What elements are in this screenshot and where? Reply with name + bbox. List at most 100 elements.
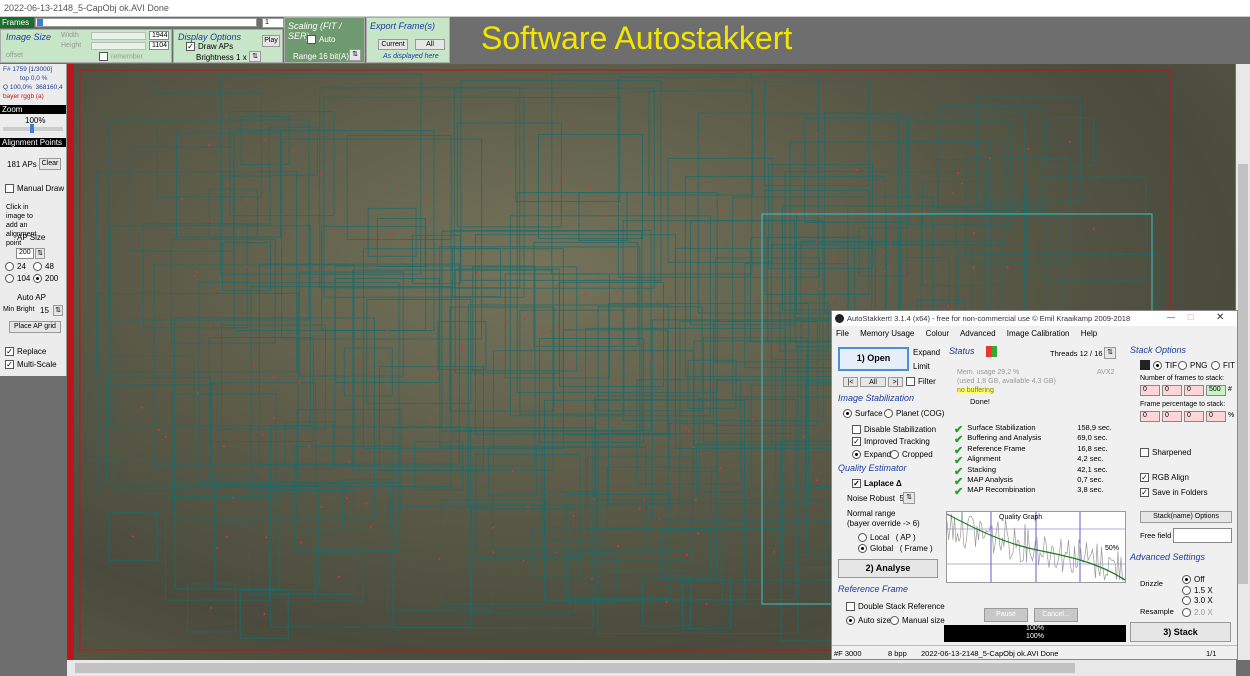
- close-button[interactable]: ✕: [1216, 312, 1224, 323]
- play-button[interactable]: Play: [262, 35, 280, 47]
- sharpened-checkbox[interactable]: Sharpened: [1140, 448, 1191, 458]
- double-stack-checkbox[interactable]: Double Stack Reference: [846, 602, 945, 612]
- replace-label: Replace: [17, 347, 47, 356]
- filter-label: Filter: [918, 377, 936, 386]
- filter-checkbox[interactable]: Filter: [906, 377, 936, 387]
- menu-advanced[interactable]: Advanced: [960, 329, 996, 338]
- global-radio[interactable]: Global ( Frame ): [858, 544, 933, 554]
- as-title: AutoStakkert! 3.1.4 (x64) - free for non…: [847, 314, 1131, 323]
- analyse-button[interactable]: 2) Analyse: [838, 559, 938, 578]
- heading-text: Software Autostakkert: [481, 20, 793, 56]
- clear-ap-button[interactable]: Clear: [39, 158, 61, 170]
- width-field[interactable]: 1944: [149, 31, 169, 40]
- menu-file[interactable]: File: [836, 329, 849, 338]
- local-radio[interactable]: Local ( AP ): [858, 533, 916, 543]
- width-slider[interactable]: [91, 32, 146, 40]
- slider-thumb[interactable]: [37, 19, 43, 26]
- as-statusbar: #F 3000 8 bpp 2022-06-13-2148_5-CapObj o…: [832, 645, 1237, 659]
- noise-stepper[interactable]: ⇅: [903, 492, 915, 504]
- menu-calibration[interactable]: Image Calibration: [1007, 329, 1070, 338]
- menu-colour[interactable]: Colour: [926, 329, 950, 338]
- auto-checkbox[interactable]: ✓ Auto: [307, 35, 335, 45]
- vscroll-thumb[interactable]: [1238, 164, 1248, 584]
- pct-field-3[interactable]: 0: [1184, 411, 1204, 422]
- draw-aps-checkbox[interactable]: ✓ Draw APs: [186, 42, 233, 52]
- buffering-badge: no buffering: [957, 387, 994, 394]
- q-info: Q 100,0% 368160,4: [3, 84, 63, 91]
- stackname-options-button[interactable]: Stack(name) Options: [1140, 511, 1232, 523]
- frame-number-input[interactable]: 1: [262, 18, 284, 28]
- rgb-align-checkbox[interactable]: ✓ RGB Align: [1140, 473, 1189, 483]
- horizontal-scrollbar[interactable]: [67, 660, 1236, 676]
- brightness-stepper[interactable]: ⇅: [249, 51, 261, 62]
- planet-radio[interactable]: Planet (COG): [884, 409, 944, 419]
- place-ap-grid-button[interactable]: Place AP grid: [9, 321, 61, 333]
- pct-field-2[interactable]: 0: [1162, 411, 1182, 422]
- nav-all-button[interactable]: All: [860, 377, 886, 387]
- open-button[interactable]: 1) Open: [838, 347, 909, 371]
- mem-detail: (used 1,8 GB, available 4,3 GB): [957, 378, 1056, 385]
- tif-radio[interactable]: TIF: [1153, 361, 1177, 371]
- cropped-radio[interactable]: Cropped: [890, 450, 933, 460]
- zoom-title: Zoom: [0, 105, 66, 114]
- hscroll-thumb[interactable]: [75, 663, 1075, 673]
- autostakkert-window: AutoStakkert! 3.1.4 (x64) - free for non…: [831, 310, 1238, 660]
- pct-field-1[interactable]: 0: [1140, 411, 1160, 422]
- surface-radio[interactable]: Surface: [843, 409, 883, 419]
- cancel-button[interactable]: Cancel...: [1034, 608, 1078, 622]
- multiscale-checkbox[interactable]: ✓ Multi-Scale: [5, 360, 57, 370]
- menu-help[interactable]: Help: [1081, 329, 1097, 338]
- ap-size-48[interactable]: 48: [33, 262, 54, 272]
- manual-draw-label: Manual Draw: [17, 184, 65, 193]
- disable-stab-checkbox[interactable]: Disable Stabilization: [852, 425, 936, 435]
- resample-radio[interactable]: 2.0 X: [1182, 608, 1213, 618]
- expand-label: Expand: [913, 348, 941, 357]
- height-slider[interactable]: [91, 42, 146, 50]
- height-label: Height: [61, 42, 82, 49]
- frames-slider[interactable]: [35, 18, 257, 27]
- expand-radio[interactable]: Expand: [852, 450, 891, 460]
- maximize-button[interactable]: ☐: [1187, 313, 1194, 322]
- menu-memory[interactable]: Memory Usage: [860, 329, 914, 338]
- pause-button[interactable]: Pause: [984, 608, 1028, 622]
- frames-field-2[interactable]: 0: [1162, 385, 1182, 396]
- improved-tracking-checkbox[interactable]: ✓ Improved Tracking: [852, 437, 930, 447]
- save-folders-checkbox[interactable]: ✓ Save in Folders: [1140, 488, 1208, 498]
- auto-size-radio[interactable]: Auto size: [846, 616, 891, 626]
- export-panel: Export Frame(s) Current All As displayed…: [366, 17, 450, 63]
- drizzle-off-radio[interactable]: Off: [1182, 575, 1205, 585]
- replace-checkbox[interactable]: ✓ Replace: [5, 347, 47, 357]
- ap-title: Alignment Points: [0, 138, 66, 147]
- height-field[interactable]: 1104: [149, 41, 169, 50]
- frames-field-1[interactable]: 0: [1140, 385, 1160, 396]
- minimize-button[interactable]: —: [1167, 313, 1175, 322]
- range-stepper[interactable]: ⇅: [349, 49, 361, 61]
- threads-stepper[interactable]: ⇅: [1104, 347, 1116, 359]
- ap-size-input[interactable]: 200: [16, 248, 34, 259]
- zoom-slider[interactable]: [3, 124, 63, 133]
- pct-field-4[interactable]: 0: [1206, 411, 1226, 422]
- min-bright-value[interactable]: 15: [40, 306, 49, 315]
- ap-size-stepper[interactable]: ⇅: [35, 248, 45, 259]
- fit-radio[interactable]: FIT: [1211, 361, 1235, 371]
- export-all-button[interactable]: All: [415, 39, 445, 50]
- frames-field-4[interactable]: 500: [1206, 385, 1226, 396]
- export-current-button[interactable]: Current: [378, 39, 408, 50]
- min-bright-stepper[interactable]: ⇅: [53, 305, 63, 316]
- stack-button[interactable]: 3) Stack: [1130, 622, 1231, 642]
- nav-first-button[interactable]: |<: [843, 377, 858, 387]
- free-field-input[interactable]: [1173, 528, 1232, 543]
- manual-size-radio[interactable]: Manual size: [890, 616, 945, 626]
- ap-size-104[interactable]: 104: [5, 274, 30, 284]
- drizzle-15-radio[interactable]: 1.5 X: [1182, 586, 1213, 596]
- remember-checkbox[interactable]: remember: [99, 52, 143, 61]
- frames-field-3[interactable]: 0: [1184, 385, 1204, 396]
- laplace-checkbox[interactable]: ✓ Laplace Δ: [852, 479, 902, 489]
- drizzle-30-radio[interactable]: 3.0 X: [1182, 596, 1213, 606]
- png-radio[interactable]: PNG: [1178, 361, 1207, 371]
- manual-draw-checkbox[interactable]: Manual Draw: [5, 184, 65, 194]
- ap-size-200[interactable]: 200: [33, 274, 58, 284]
- nav-last-button[interactable]: >|: [888, 377, 903, 387]
- ap-size-24[interactable]: 24: [5, 262, 26, 272]
- vertical-scrollbar[interactable]: [1236, 64, 1250, 660]
